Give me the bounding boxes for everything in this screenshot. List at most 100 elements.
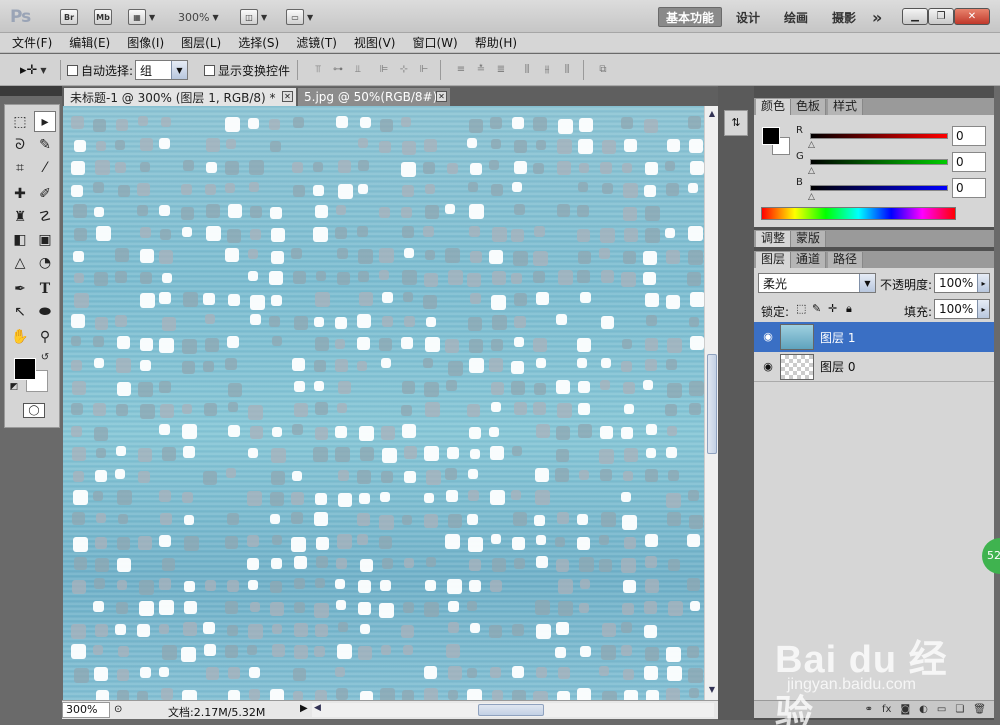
clone-stamp-tool-icon[interactable]: ♜ <box>9 206 31 227</box>
move-tool-icon[interactable]: ▸ <box>34 111 56 132</box>
document-tab[interactable]: 5.jpg @ 50%(RGB/8#) ✕ <box>298 88 450 106</box>
history-panel-icon[interactable]: ⇅ <box>724 110 748 136</box>
close-button[interactable]: ✕ <box>954 8 990 25</box>
align-vcenter-icon[interactable]: ⊶ <box>331 64 345 76</box>
default-colors-icon[interactable]: ◩ <box>8 381 20 393</box>
bridge-button[interactable]: Br <box>60 8 78 26</box>
zoom-field[interactable]: 300% <box>62 702 110 718</box>
slider-track[interactable] <box>810 185 948 191</box>
tab-styles[interactable]: 样式 <box>828 99 864 115</box>
align-right-icon[interactable]: ⊩ <box>417 64 431 76</box>
horizontal-scrollbar[interactable]: ◀ <box>312 703 714 717</box>
screen-mode-button[interactable]: ▭ ▼ <box>286 8 313 26</box>
tab-layers[interactable]: 图层 <box>756 252 792 268</box>
document-canvas[interactable] <box>63 106 704 700</box>
show-transform-checkbox[interactable]: 显示变换控件 <box>204 62 290 79</box>
menu-filter[interactable]: 滤镜(T) <box>296 34 337 51</box>
slider-track[interactable] <box>810 159 948 165</box>
scrollbar-thumb[interactable] <box>478 704 544 716</box>
menu-view[interactable]: 视图(V) <box>354 34 396 51</box>
tab-color[interactable]: 颜色 <box>756 99 792 115</box>
zoom-tool-icon[interactable]: ⚲ <box>34 326 56 347</box>
hand-tool-icon[interactable]: ✋ <box>9 326 31 347</box>
blend-mode-dropdown[interactable]: 柔光 ▼ <box>758 273 876 293</box>
eyedropper-tool-icon[interactable]: ⁄ <box>34 157 56 178</box>
quick-selection-tool-icon[interactable]: ✎ <box>34 134 56 155</box>
menu-edit[interactable]: 编辑(E) <box>69 34 110 51</box>
status-menu-arrow-icon[interactable]: ▶ <box>300 703 308 714</box>
menu-select[interactable]: 选择(S) <box>238 34 279 51</box>
document-tab-active[interactable]: 未标题-1 @ 300% (图层 1, RGB/8) * ✕ <box>64 88 296 106</box>
layer-name[interactable]: 图层 1 <box>820 329 855 346</box>
layer-row[interactable]: ◉ 图层 0 <box>754 352 994 382</box>
arrange-documents-button[interactable]: ◫ ▼ <box>240 8 267 26</box>
opacity-input[interactable]: 100% ▸ <box>934 273 990 293</box>
distribute-top-icon[interactable]: ≡ <box>454 64 468 76</box>
foreground-color-swatch[interactable] <box>762 127 780 145</box>
path-selection-tool-icon[interactable]: ↖ <box>9 301 31 322</box>
distribute-bottom-icon[interactable]: ≣ <box>494 64 508 76</box>
crop-tool-icon[interactable]: ⌗ <box>9 157 31 178</box>
close-icon[interactable]: ✕ <box>436 91 447 102</box>
healing-brush-tool-icon[interactable]: ✚ <box>9 183 31 204</box>
menu-layer[interactable]: 图层(L) <box>181 34 221 51</box>
eraser-tool-icon[interactable]: ◧ <box>9 229 31 250</box>
lock-pixels-icon[interactable]: ✎ <box>812 302 821 315</box>
gradient-tool-icon[interactable]: ▣ <box>34 229 56 250</box>
ellipse-tool-icon[interactable]: ⬬ <box>34 301 56 322</box>
quick-mask-icon[interactable]: ◯ <box>23 403 45 418</box>
distribute-vcenter-icon[interactable]: ≛ <box>474 64 488 76</box>
slider-thumb-icon[interactable]: △ <box>808 140 815 150</box>
layer-name[interactable]: 图层 0 <box>820 358 855 375</box>
lasso-tool-icon[interactable]: ᘐ <box>9 134 31 155</box>
close-icon[interactable]: ✕ <box>282 91 293 102</box>
restore-button[interactable]: ❐ <box>928 8 954 25</box>
history-brush-tool-icon[interactable]: ☡ <box>34 206 56 227</box>
workspace-painting[interactable]: 绘画 <box>784 7 808 27</box>
red-value-input[interactable]: 0 <box>952 126 986 146</box>
menu-image[interactable]: 图像(I) <box>127 34 164 51</box>
delete-layer-icon[interactable]: 🗑︎ <box>973 704 986 715</box>
tab-paths[interactable]: 路径 <box>828 252 864 268</box>
visibility-eye-icon[interactable]: ◉ <box>759 358 777 376</box>
menu-window[interactable]: 窗口(W) <box>412 34 457 51</box>
type-tool-icon[interactable]: T <box>34 278 56 299</box>
workspace-essentials[interactable]: 基本功能 <box>658 7 722 27</box>
slider-thumb-icon[interactable]: △ <box>808 166 815 176</box>
blur-tool-icon[interactable]: △ <box>9 252 31 273</box>
marquee-tool-icon[interactable]: ⬚ <box>9 111 31 132</box>
green-value-input[interactable]: 0 <box>952 152 986 172</box>
lock-position-icon[interactable]: ✛ <box>828 302 837 315</box>
tab-adjustments[interactable]: 调整 <box>756 231 792 247</box>
toolbox-header[interactable] <box>0 86 62 96</box>
mini-bridge-button[interactable]: Mb <box>94 8 112 26</box>
scroll-down-icon[interactable]: ▼ <box>706 684 718 696</box>
scrollbar-thumb[interactable] <box>707 354 717 454</box>
blue-value-input[interactable]: 0 <box>952 178 986 198</box>
distribute-hcenter-icon[interactable]: ⫵ <box>540 64 554 76</box>
align-hcenter-icon[interactable]: ⊹ <box>397 64 411 76</box>
minimize-button[interactable]: ▁ <box>902 8 928 25</box>
scroll-left-icon[interactable]: ◀ <box>314 703 321 713</box>
tab-channels[interactable]: 通道 <box>791 252 827 268</box>
more-workspaces-button[interactable]: » <box>872 7 882 27</box>
layer-row-selected[interactable]: ◉ 图层 1 <box>754 322 994 352</box>
distribute-left-icon[interactable]: ⫼ <box>520 64 534 76</box>
zoom-level-menu[interactable]: 300% ▼ <box>178 8 219 26</box>
auto-align-layers-icon[interactable]: ⧉ <box>596 64 610 76</box>
pen-tool-icon[interactable]: ✒ <box>9 278 31 299</box>
align-bottom-icon[interactable]: ⫫ <box>351 64 365 76</box>
visibility-eye-icon[interactable]: ◉ <box>759 328 777 346</box>
menu-help[interactable]: 帮助(H) <box>475 34 517 51</box>
tool-preset-picker[interactable]: ▸✛ ▼ <box>20 63 47 78</box>
brush-tool-icon[interactable]: ✐ <box>34 183 56 204</box>
foreground-color-swatch[interactable] <box>14 358 36 380</box>
align-top-icon[interactable]: ⫪ <box>311 64 325 76</box>
green-slider[interactable]: G △ 0 <box>796 151 986 179</box>
auto-select-checkbox[interactable]: 自动选择: <box>67 62 133 79</box>
vertical-scrollbar[interactable]: ▲ ▼ <box>704 106 718 700</box>
color-spectrum-bar[interactable] <box>761 207 956 220</box>
auto-select-dropdown[interactable]: 组 ▼ <box>135 60 188 80</box>
dodge-tool-icon[interactable]: ◔ <box>34 252 56 273</box>
swap-colors-icon[interactable]: ↺ <box>38 350 52 364</box>
